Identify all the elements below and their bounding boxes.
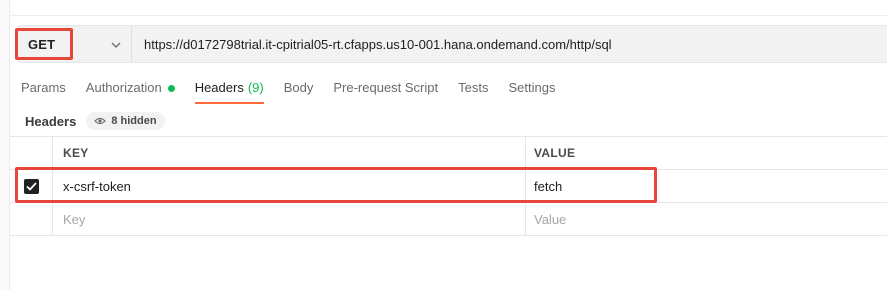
tab-params[interactable]: Params bbox=[21, 72, 66, 104]
hidden-count-label: 8 hidden bbox=[111, 115, 157, 127]
tab-label: Body bbox=[283, 80, 314, 95]
tab-tests[interactable]: Tests bbox=[458, 72, 488, 104]
tab-label: Authorization bbox=[85, 80, 162, 95]
left-rail bbox=[0, 0, 10, 290]
checkmark-icon bbox=[25, 181, 37, 191]
column-header-key: KEY bbox=[53, 137, 526, 169]
header-check-cell bbox=[10, 137, 53, 169]
method-select[interactable]: GET bbox=[18, 26, 132, 62]
request-tabs: Params Authorization Headers (9) Body Pre… bbox=[21, 72, 575, 104]
tab-headers[interactable]: Headers (9) bbox=[194, 72, 264, 104]
row-check-cell bbox=[10, 203, 53, 235]
row-enabled-checkbox[interactable] bbox=[23, 178, 39, 194]
table-row: x-csrf-token fetch bbox=[10, 170, 887, 203]
headers-section-title: Headers bbox=[25, 113, 77, 129]
tab-body[interactable]: Body bbox=[284, 72, 314, 104]
headers-subheader: Headers 8 hidden bbox=[25, 112, 165, 130]
headers-table: KEY VALUE x-csrf-token fetch Key Value bbox=[10, 136, 887, 236]
new-value-field[interactable]: Value bbox=[526, 203, 887, 235]
eye-icon bbox=[94, 116, 107, 126]
top-strip bbox=[10, 0, 887, 16]
tab-pre-request-script[interactable]: Pre-request Script bbox=[333, 72, 438, 104]
request-url-bar: GET https://d0172798trial.it-cpitrial05-… bbox=[17, 25, 887, 63]
tab-label: Settings bbox=[508, 80, 556, 95]
table-row-new: Key Value bbox=[10, 203, 887, 236]
header-value-field[interactable]: fetch bbox=[526, 170, 887, 202]
column-header-value: VALUE bbox=[534, 146, 576, 160]
tab-label: Tests bbox=[458, 80, 489, 95]
header-key-field[interactable]: x-csrf-token bbox=[53, 170, 526, 202]
tab-label: Headers bbox=[194, 80, 244, 95]
status-dot-icon bbox=[167, 85, 175, 92]
new-key-field[interactable]: Key bbox=[53, 203, 526, 235]
tab-authorization[interactable]: Authorization bbox=[86, 72, 175, 104]
tab-count-badge: (9) bbox=[247, 80, 264, 95]
chevron-down-icon bbox=[109, 38, 123, 52]
tab-settings[interactable]: Settings bbox=[508, 72, 555, 104]
method-label: GET bbox=[28, 36, 56, 52]
table-header-row: KEY VALUE bbox=[10, 137, 887, 170]
tab-label: Params bbox=[21, 80, 66, 95]
url-input[interactable]: https://d0172798trial.it-cpitrial05-rt.c… bbox=[132, 26, 887, 62]
tab-label: Pre-request Script bbox=[333, 80, 439, 95]
row-check-cell bbox=[10, 170, 53, 202]
hidden-headers-toggle[interactable]: 8 hidden bbox=[86, 112, 165, 130]
